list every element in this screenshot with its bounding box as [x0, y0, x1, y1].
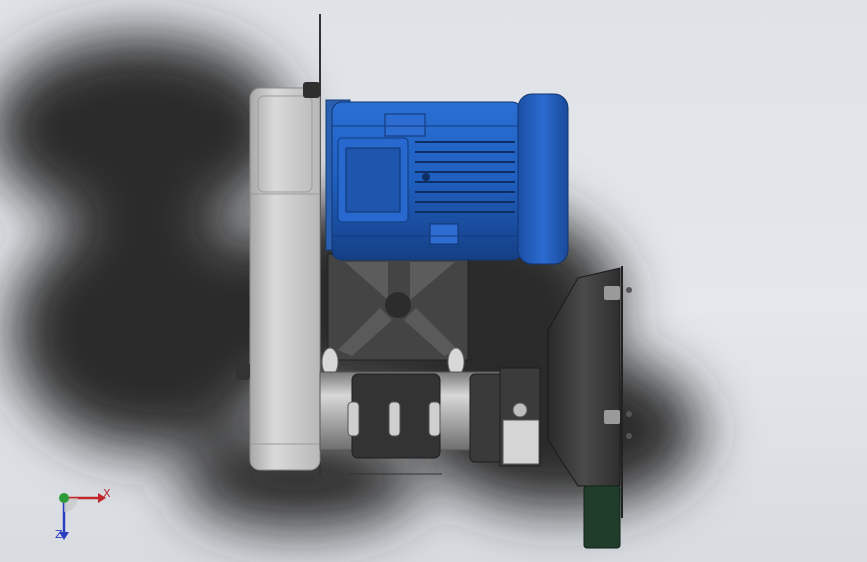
- cad-model-scene[interactable]: [0, 0, 867, 562]
- coordinate-triad: X Z: [48, 480, 118, 550]
- y-axis-dot: [59, 493, 69, 503]
- motor-mounting-bracket[interactable]: [321, 253, 469, 377]
- x-axis-label: X: [103, 487, 111, 500]
- bearing-block[interactable]: [499, 367, 541, 467]
- z-axis-label: Z: [55, 528, 63, 541]
- electric-motor[interactable]: [325, 99, 523, 261]
- grinding-wheel[interactable]: [583, 485, 621, 549]
- motor-fan-cowl[interactable]: [517, 93, 569, 265]
- graphics-viewport[interactable]: X Z: [0, 0, 867, 562]
